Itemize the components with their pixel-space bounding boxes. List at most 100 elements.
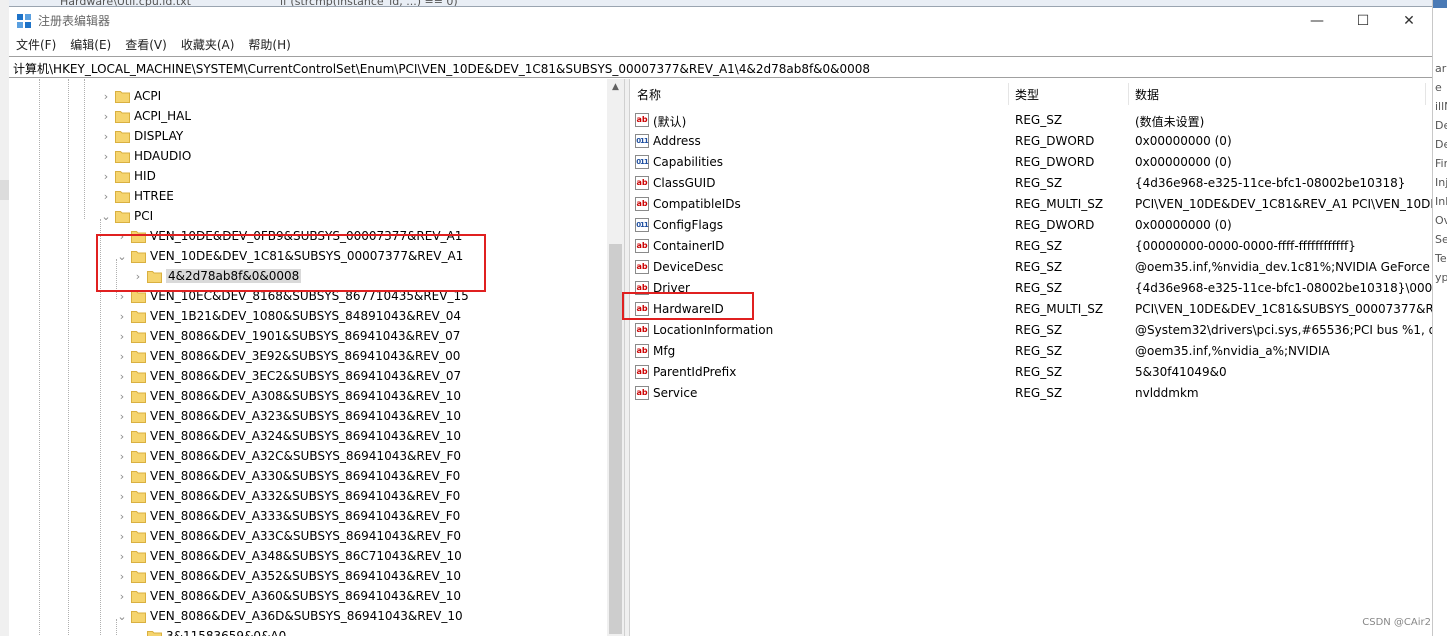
value-row[interactable]: ab DeviceDesc REG_SZ @oem35.inf,%nvidia_dev… bbox=[630, 257, 1432, 278]
chevron-right-icon[interactable]: › bbox=[116, 569, 128, 585]
value-row[interactable]: ab LocationInformation REG_SZ @System32\dri… bbox=[630, 320, 1432, 341]
chevron-down-icon[interactable]: ⌄ bbox=[100, 209, 112, 225]
tree-scrollbar[interactable]: ▲ bbox=[607, 79, 624, 636]
tree-item[interactable]: › VEN_8086&DEV_A32C&SUBSYS_86941043&REV_F… bbox=[9, 447, 607, 467]
chevron-right-icon[interactable]: › bbox=[116, 489, 128, 505]
chevron-right-icon[interactable]: › bbox=[100, 149, 112, 165]
value-data: 0x00000000 (0) bbox=[1135, 155, 1232, 169]
value-row[interactable]: ab (默认) REG_SZ (数值未设置) bbox=[630, 110, 1432, 131]
background-text-fragment: De bbox=[1435, 138, 1447, 151]
chevron-right-icon[interactable]: › bbox=[116, 449, 128, 465]
value-type: REG_DWORD bbox=[1015, 155, 1095, 169]
chevron-right-icon[interactable]: › bbox=[100, 109, 112, 125]
tree-item[interactable]: › VEN_1B21&DEV_1080&SUBSYS_84891043&REV_0… bbox=[9, 307, 607, 327]
close-button[interactable]: ✕ bbox=[1386, 7, 1432, 34]
chevron-right-icon[interactable]: › bbox=[116, 589, 128, 605]
chevron-down-icon[interactable]: ⌄ bbox=[116, 609, 128, 625]
folder-icon bbox=[131, 451, 146, 463]
scroll-up-arrow-icon[interactable]: ▲ bbox=[607, 79, 624, 96]
value-row[interactable]: ab Mfg REG_SZ @oem35.inf,%nvidia_a%;NVIDIA bbox=[630, 341, 1432, 362]
maximize-button[interactable]: ☐ bbox=[1340, 7, 1386, 34]
tree-item-label: VEN_8086&DEV_A330&SUBSYS_86941043&REV_F0 bbox=[150, 469, 461, 483]
column-data-header[interactable]: 数据 bbox=[1135, 86, 1159, 103]
chevron-right-icon[interactable]: › bbox=[116, 329, 128, 345]
tree-item-label: VEN_8086&DEV_A352&SUBSYS_86941043&REV_10 bbox=[150, 569, 461, 583]
tree-item[interactable]: › VEN_8086&DEV_3EC2&SUBSYS_86941043&REV_0… bbox=[9, 367, 607, 387]
watermark: CSDN @CAir2 bbox=[1362, 617, 1431, 628]
tree-item[interactable]: › HDAUDIO bbox=[9, 147, 607, 167]
title-bar[interactable]: 注册表编辑器 — ☐ ✕ bbox=[9, 7, 1432, 34]
folder-icon bbox=[131, 611, 146, 623]
tree-item[interactable]: › VEN_8086&DEV_A360&SUBSYS_86941043&REV_1… bbox=[9, 587, 607, 607]
tree-item[interactable]: ⌄ 3&11583659&0&A0 bbox=[9, 627, 607, 636]
chevron-right-icon[interactable]: › bbox=[116, 429, 128, 445]
value-data: {4d36e968-e325-11ce-bfc1-08002be10318} bbox=[1135, 176, 1406, 190]
folder-icon bbox=[131, 411, 146, 423]
background-text-fragment: Ov bbox=[1435, 214, 1447, 227]
value-row[interactable]: ab ParentIdPrefix REG_SZ 5&30f41049&0 bbox=[630, 362, 1432, 383]
value-row[interactable]: ab CompatibleIDs REG_MULTI_SZ PCI\VEN_10DE&… bbox=[630, 194, 1432, 215]
minimize-button[interactable]: — bbox=[1294, 7, 1340, 34]
menu-edit[interactable]: 编辑(E) bbox=[63, 35, 118, 55]
menu-favorites[interactable]: 收藏夹(A) bbox=[174, 35, 242, 55]
chevron-right-icon[interactable]: › bbox=[116, 509, 128, 525]
tree-item[interactable]: › VEN_8086&DEV_1901&SUBSYS_86941043&REV_0… bbox=[9, 327, 607, 347]
address-path[interactable]: 计算机\HKEY_LOCAL_MACHINE\SYSTEM\CurrentCon… bbox=[13, 60, 870, 77]
tree-item[interactable]: › VEN_8086&DEV_A330&SUBSYS_86941043&REV_F… bbox=[9, 467, 607, 487]
chevron-right-icon[interactable]: › bbox=[116, 389, 128, 405]
chevron-right-icon[interactable]: › bbox=[116, 349, 128, 365]
address-bar[interactable]: 计算机\HKEY_LOCAL_MACHINE\SYSTEM\CurrentCon… bbox=[9, 56, 1432, 78]
tree-item[interactable]: › ACPI_HAL bbox=[9, 107, 607, 127]
scroll-thumb[interactable] bbox=[609, 244, 622, 634]
value-row[interactable]: ab ClassGUID REG_SZ {4d36e968-e325-11ce-bfc… bbox=[630, 173, 1432, 194]
chevron-right-icon[interactable]: › bbox=[116, 529, 128, 545]
column-separator[interactable] bbox=[1425, 83, 1426, 105]
menu-file[interactable]: 文件(F) bbox=[9, 35, 63, 55]
menu-view[interactable]: 查看(V) bbox=[118, 35, 174, 55]
tree-item[interactable]: › VEN_8086&DEV_A348&SUBSYS_86C71043&REV_1… bbox=[9, 547, 607, 567]
tree-item[interactable]: › ACPI bbox=[9, 87, 607, 107]
folder-icon bbox=[131, 531, 146, 543]
chevron-right-icon[interactable]: › bbox=[116, 469, 128, 485]
column-name-header[interactable]: 名称 bbox=[637, 86, 661, 103]
column-type-header[interactable]: 类型 bbox=[1015, 86, 1039, 103]
tree-item[interactable]: › DISPLAY bbox=[9, 127, 607, 147]
chevron-right-icon[interactable]: › bbox=[116, 309, 128, 325]
column-separator[interactable] bbox=[1008, 83, 1009, 105]
tree-item[interactable]: › VEN_8086&DEV_A332&SUBSYS_86941043&REV_F… bbox=[9, 487, 607, 507]
tree-item[interactable]: ⌄ PCI bbox=[9, 207, 607, 227]
tree-item[interactable]: › VEN_8086&DEV_A324&SUBSYS_86941043&REV_1… bbox=[9, 427, 607, 447]
value-row[interactable]: 011 Capabilities REG_DWORD 0x00000000 (0) bbox=[630, 152, 1432, 173]
background-right-strip: ar e illN De De Fin Inj Inl Ov Se Te ype bbox=[1432, 0, 1447, 636]
value-row[interactable]: 011 ConfigFlags REG_DWORD 0x00000000 (0) bbox=[630, 215, 1432, 236]
tree-item-label: VEN_8086&DEV_A33C&SUBSYS_86941043&REV_F0 bbox=[150, 529, 461, 543]
chevron-right-icon[interactable]: › bbox=[100, 129, 112, 145]
chevron-right-icon[interactable]: › bbox=[100, 189, 112, 205]
tree-item[interactable]: › VEN_8086&DEV_A323&SUBSYS_86941043&REV_1… bbox=[9, 407, 607, 427]
tree-item[interactable]: › HTREE bbox=[9, 187, 607, 207]
chevron-right-icon[interactable]: › bbox=[116, 549, 128, 565]
value-row[interactable]: ab ContainerID REG_SZ {00000000-0000-0000-f… bbox=[630, 236, 1432, 257]
chevron-down-icon[interactable]: ⌄ bbox=[132, 629, 144, 636]
value-row[interactable]: 011 Address REG_DWORD 0x00000000 (0) bbox=[630, 131, 1432, 152]
tree-item-label: HID bbox=[134, 169, 156, 183]
tree-item[interactable]: › VEN_8086&DEV_A352&SUBSYS_86941043&REV_1… bbox=[9, 567, 607, 587]
chevron-right-icon[interactable]: › bbox=[116, 409, 128, 425]
tree-item[interactable]: › VEN_8086&DEV_A33C&SUBSYS_86941043&REV_F… bbox=[9, 527, 607, 547]
value-row[interactable]: ab Service REG_SZ nvlddmkm bbox=[630, 383, 1432, 404]
column-separator[interactable] bbox=[1128, 83, 1129, 105]
chevron-right-icon[interactable]: › bbox=[100, 89, 112, 105]
tree-item[interactable]: › HID bbox=[9, 167, 607, 187]
menu-help[interactable]: 帮助(H) bbox=[241, 35, 297, 55]
tree-item[interactable]: › VEN_8086&DEV_A308&SUBSYS_86941043&REV_1… bbox=[9, 387, 607, 407]
folder-icon bbox=[131, 431, 146, 443]
tree-item[interactable]: › VEN_8086&DEV_3E92&SUBSYS_86941043&REV_0… bbox=[9, 347, 607, 367]
tree-item[interactable]: › VEN_8086&DEV_A333&SUBSYS_86941043&REV_F… bbox=[9, 507, 607, 527]
value-type: REG_SZ bbox=[1015, 323, 1063, 337]
tree-item-label: HDAUDIO bbox=[134, 149, 192, 163]
registry-editor-window: 注册表编辑器 — ☐ ✕ 文件(F) 编辑(E) 查看(V) 收藏夹(A) 帮助… bbox=[9, 6, 1432, 636]
menu-bar: 文件(F) 编辑(E) 查看(V) 收藏夹(A) 帮助(H) bbox=[9, 35, 1432, 55]
tree-item[interactable]: ⌄ VEN_8086&DEV_A36D&SUBSYS_86941043&REV_1… bbox=[9, 607, 607, 627]
chevron-right-icon[interactable]: › bbox=[116, 369, 128, 385]
chevron-right-icon[interactable]: › bbox=[100, 169, 112, 185]
